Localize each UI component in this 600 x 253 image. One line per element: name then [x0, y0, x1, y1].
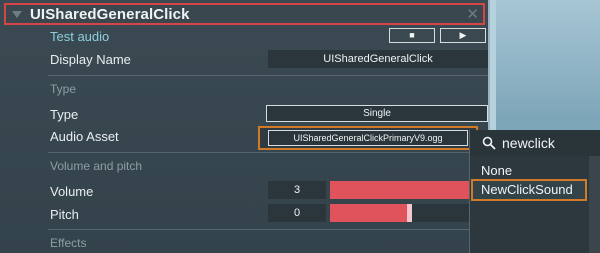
close-icon[interactable]: ✕	[466, 5, 479, 23]
pitch-value-field[interactable]: 0	[268, 204, 326, 222]
stop-button[interactable]: ■	[389, 28, 435, 43]
search-icon	[482, 136, 496, 150]
type-dropdown[interactable]: Single	[266, 105, 488, 122]
audio-asset-label: Audio Asset	[50, 129, 119, 144]
divider	[48, 75, 488, 76]
dropdown-option-none[interactable]: None	[481, 163, 512, 178]
display-name-label: Display Name	[50, 52, 131, 67]
component-header[interactable]: UISharedGeneralClick ✕	[4, 3, 485, 25]
divider	[48, 152, 488, 153]
collapse-triangle-icon[interactable]	[12, 11, 22, 18]
pitch-slider[interactable]	[330, 204, 488, 222]
test-audio-label: Test audio	[50, 29, 110, 44]
audio-asset-field[interactable]: UISharedGeneralClickPrimaryV9.ogg	[268, 130, 468, 146]
audio-asset-highlight: UISharedGeneralClickPrimaryV9.ogg	[258, 126, 478, 150]
effects-section-header: Effects	[50, 236, 87, 250]
volume-pitch-section-header: Volume and pitch	[50, 159, 143, 173]
play-button[interactable]: ▶	[440, 28, 486, 43]
type-label: Type	[50, 107, 79, 122]
pitch-slider-fill	[330, 204, 407, 222]
asset-search-input[interactable]: newclick	[502, 135, 555, 151]
asset-search-bar[interactable]: newclick	[470, 130, 600, 156]
asset-search-dropdown[interactable]: newclick None NewClickSound	[469, 130, 600, 253]
dropdown-option-newclicksound[interactable]: NewClickSound	[481, 182, 573, 197]
volume-slider[interactable]	[330, 181, 470, 199]
pitch-label: Pitch	[50, 207, 79, 222]
component-title: UISharedGeneralClick	[30, 6, 190, 23]
volume-slider-fill	[330, 181, 470, 199]
inspector-panel: UISharedGeneralClick ✕ Test audio ■ ▶ Di…	[0, 0, 490, 253]
volume-label: Volume	[50, 184, 94, 199]
display-name-field[interactable]: UISharedGeneralClick	[268, 50, 488, 68]
volume-value-field[interactable]: 3	[268, 181, 326, 199]
dropdown-scrollbar[interactable]	[589, 156, 600, 253]
pitch-slider-handle[interactable]	[407, 204, 412, 222]
type-section-header: Type	[50, 82, 77, 96]
divider	[48, 229, 488, 230]
